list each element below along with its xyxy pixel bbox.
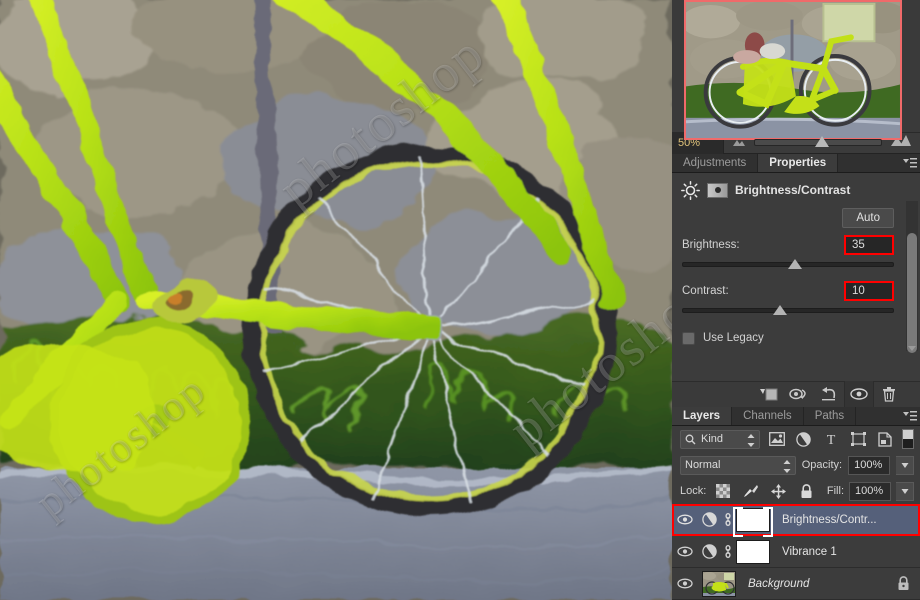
filter-type-layers-icon[interactable]: T [820, 429, 841, 450]
properties-tab-row[interactable]: Adjustments Properties [672, 153, 920, 173]
blend-mode-row: Normal Opacity: 100% [672, 452, 920, 478]
tab-properties[interactable]: Properties [758, 153, 839, 172]
layer-visibility-toggle[interactable] [672, 546, 698, 557]
fill-label: Fill: [826, 485, 844, 498]
layer-name[interactable]: Vibrance 1 [782, 546, 920, 558]
tab-filler [838, 153, 900, 172]
chevron-updown-icon[interactable] [783, 459, 791, 478]
layer-filter-row: Kind T [672, 426, 920, 452]
properties-footer [672, 380, 920, 408]
tab-filler [856, 406, 900, 426]
layer-filter-kind-select[interactable]: Kind [680, 429, 760, 452]
properties-panel: Brightness/Contrast Auto Brightness: 35 [672, 172, 920, 381]
layer-filter-kind-label: Kind [701, 433, 724, 446]
blend-mode-select[interactable]: Normal [680, 455, 796, 478]
image-canvas[interactable]: photoshop photoshop photoshop [0, 0, 672, 600]
clip-to-layer-icon[interactable] [754, 381, 784, 407]
lock-row: Lock: Fill: 100% [672, 478, 920, 504]
contrast-slider-thumb[interactable] [773, 304, 788, 315]
tab-channels[interactable]: Channels [732, 406, 804, 426]
tab-layers[interactable]: Layers [672, 406, 733, 426]
tab-adjustments[interactable]: Adjustments [672, 153, 759, 172]
search-icon [685, 434, 696, 445]
adjustment-layer-icon [698, 512, 720, 527]
use-legacy-checkbox[interactable] [682, 331, 695, 345]
use-legacy-label: Use Legacy [703, 332, 764, 345]
layer-list: Brightness/Contr... Vibrance 1 Backgroun… [672, 504, 920, 600]
panel-menu-icon[interactable] [900, 406, 920, 426]
lock-transparent-pixels-icon[interactable] [711, 481, 734, 502]
opacity-stepper[interactable] [896, 455, 914, 475]
contrast-slider-track[interactable] [682, 307, 894, 313]
filter-shape-layers-icon[interactable] [848, 429, 869, 450]
layer-visibility-toggle[interactable] [672, 514, 698, 525]
preset-gradient-icon[interactable] [707, 182, 728, 198]
svg-text:T: T [827, 433, 836, 446]
photoshop-window: photoshop photoshop photoshop 50% Adjust… [0, 0, 920, 600]
adjustment-layer-icon [698, 544, 720, 559]
layers-panel: Kind T Normal Opacity: 100% Lock: Fill: … [672, 426, 920, 600]
view-previous-state-icon[interactable] [784, 381, 814, 407]
table-row[interactable]: Brightness/Contr... [672, 504, 920, 537]
fill-value-field[interactable]: 100% [849, 481, 891, 501]
table-row[interactable]: Vibrance 1 [672, 536, 920, 569]
opacity-value-field[interactable]: 100% [848, 455, 891, 475]
lock-all-icon[interactable] [795, 481, 818, 502]
right-dock: 50% Adjustments Properties Brightness/Co… [672, 0, 920, 600]
reset-adjustment-icon[interactable] [814, 381, 844, 407]
layers-tab-row[interactable]: Layers Channels Paths [672, 406, 920, 427]
brightness-label: Brightness: [682, 238, 740, 251]
filter-smart-object-icon[interactable] [875, 429, 896, 450]
panel-menu-icon[interactable] [900, 153, 920, 172]
properties-title-row: Brightness/Contrast [672, 173, 920, 206]
auto-button[interactable]: Auto [842, 207, 894, 228]
blend-mode-value: Normal [685, 459, 721, 472]
layer-mask-thumbnail[interactable] [736, 539, 770, 564]
navigator-preview-image [686, 2, 900, 138]
canvas-artwork [0, 0, 672, 600]
layer-mask-link-icon[interactable] [720, 544, 736, 559]
zoom-slider-track[interactable] [754, 136, 882, 148]
layer-visibility-toggle[interactable] [672, 578, 698, 589]
filter-pixel-layers-icon[interactable] [766, 429, 787, 450]
opacity-label: Opacity: [801, 459, 843, 472]
brightness-slider-thumb[interactable] [788, 258, 802, 269]
contrast-value-field[interactable]: 10 [844, 280, 894, 301]
contrast-slider[interactable] [682, 304, 894, 318]
delete-adjustment-layer-icon[interactable] [874, 381, 904, 407]
chevron-updown-icon[interactable] [747, 433, 755, 452]
toggle-layer-visibility-icon[interactable] [844, 381, 874, 408]
layer-locked-icon [886, 576, 920, 591]
layer-name[interactable]: Brightness/Contr... [782, 514, 920, 526]
fill-stepper[interactable] [896, 481, 914, 501]
table-row[interactable]: Background [672, 568, 920, 600]
properties-scrollbar[interactable] [906, 200, 918, 353]
brightness-slider[interactable] [682, 258, 894, 272]
navigator-panel [672, 0, 920, 140]
lock-image-pixels-icon[interactable] [739, 481, 762, 502]
tab-paths[interactable]: Paths [803, 406, 857, 426]
scroll-down-arrow-icon[interactable] [908, 345, 916, 351]
contrast-control: Contrast: 10 [672, 280, 920, 318]
layer-name[interactable]: Background [748, 578, 886, 590]
lock-position-icon[interactable] [767, 481, 790, 502]
properties-scrollbar-thumb[interactable] [907, 232, 917, 353]
layer-mask-thumbnail[interactable] [733, 506, 773, 537]
lock-label: Lock: [680, 485, 707, 498]
brightness-sun-icon [681, 180, 700, 200]
brightness-value-field[interactable]: 35 [844, 234, 894, 255]
background-layer-preview [703, 571, 735, 596]
properties-title: Brightness/Contrast [735, 183, 851, 198]
contrast-label: Contrast: [682, 284, 729, 297]
auto-button-row: Auto [672, 206, 920, 234]
brightness-control: Brightness: 35 [672, 234, 920, 272]
navigator-thumbnail[interactable] [684, 0, 902, 140]
layer-thumbnail[interactable] [702, 570, 736, 597]
zoom-slider-thumb[interactable] [815, 136, 830, 148]
filter-enable-toggle[interactable] [901, 429, 914, 450]
filter-adjustment-layers-icon[interactable] [793, 429, 814, 450]
use-legacy-row[interactable]: Use Legacy [672, 318, 920, 345]
